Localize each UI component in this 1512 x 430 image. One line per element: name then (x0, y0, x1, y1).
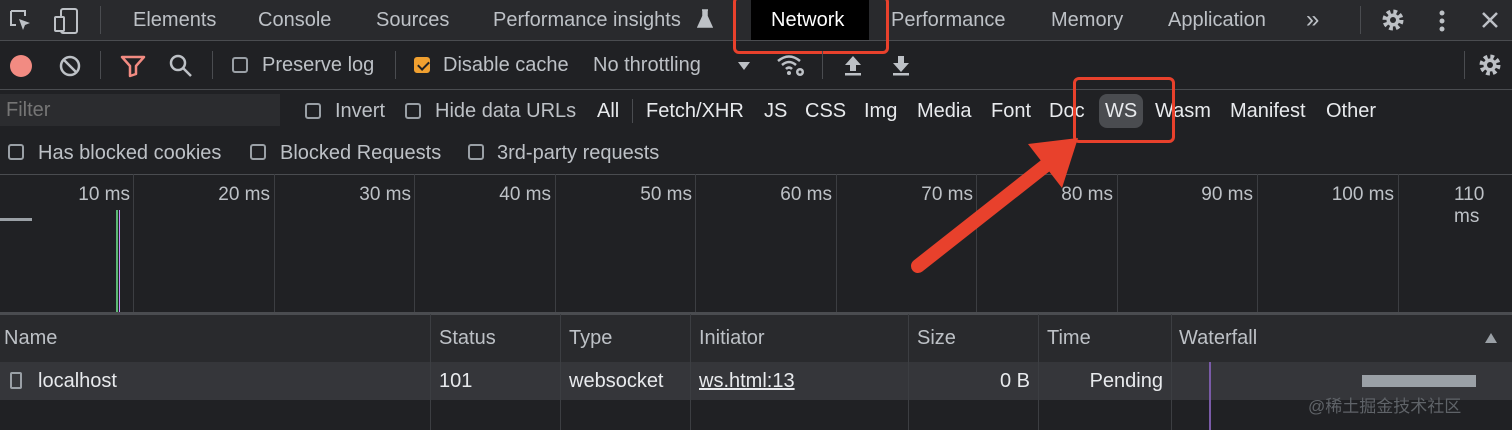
filter-bar: Invert Hide data URLs All Fetch/XHR JS C… (0, 90, 1512, 132)
column-header-status[interactable]: Status (439, 316, 496, 360)
has-blocked-cookies-label: Has blocked cookies (38, 142, 222, 164)
waterfall-pending-bar (1362, 375, 1476, 387)
table-empty-area (0, 400, 1512, 430)
export-har-download-icon[interactable] (890, 53, 912, 77)
request-options-row: Has blocked cookies Blocked Requests 3rd… (0, 132, 1512, 175)
request-type: websocket (569, 370, 664, 392)
timeline-tick: 60 ms (780, 184, 832, 205)
network-toolbar: Preserve log Disable cache No throttling (0, 41, 1512, 90)
timeline-tick: 40 ms (499, 184, 551, 205)
column-header-time[interactable]: Time (1047, 316, 1091, 360)
timeline-tick: 30 ms (359, 184, 411, 205)
timeline-load-marker (119, 210, 120, 312)
timeline-tick: 10 ms (78, 184, 130, 205)
disable-cache-label: Disable cache (443, 54, 569, 76)
filter-funnel-icon[interactable] (120, 54, 146, 78)
watermark-text: @稀土掘金技术社区 (1308, 397, 1462, 416)
timeline-tick: 90 ms (1201, 184, 1253, 205)
filter-type-font[interactable]: Font (991, 90, 1031, 132)
throttling-select[interactable]: No throttling (593, 54, 701, 77)
tab-memory[interactable]: Memory (1051, 0, 1123, 40)
third-party-requests-checkbox[interactable] (468, 144, 484, 160)
device-toolbar-icon[interactable] (52, 7, 80, 35)
network-conditions-wifi-icon[interactable] (776, 52, 806, 78)
filter-type-img[interactable]: Img (864, 90, 897, 132)
has-blocked-cookies-checkbox[interactable] (8, 144, 24, 160)
request-initiator-link[interactable]: ws.html:13 (699, 362, 795, 400)
column-header-type[interactable]: Type (569, 316, 612, 360)
tab-application[interactable]: Application (1168, 0, 1266, 40)
tab-performance-insights[interactable]: Performance insights (493, 0, 681, 40)
waterfall-marker-line (1209, 362, 1211, 430)
third-party-requests-label: 3rd-party requests (497, 142, 660, 164)
blocked-requests-label: Blocked Requests (280, 142, 442, 164)
disable-cache-checkbox[interactable] (414, 57, 430, 73)
tab-elements[interactable]: Elements (133, 0, 216, 40)
timeline-tick: 100 ms (1331, 184, 1394, 205)
request-name[interactable]: localhost (38, 362, 117, 400)
document-file-icon (10, 372, 22, 389)
import-har-upload-icon[interactable] (842, 53, 864, 77)
request-time: Pending (1089, 370, 1163, 392)
filter-type-manifest[interactable]: Manifest (1230, 90, 1306, 132)
annotation-arrow-icon (911, 138, 1078, 273)
column-header-size[interactable]: Size (917, 316, 956, 360)
filter-type-other[interactable]: Other (1326, 90, 1376, 132)
filter-input[interactable] (0, 94, 280, 126)
close-devtools-icon[interactable] (1480, 10, 1500, 30)
column-header-name[interactable]: Name (4, 316, 57, 360)
search-icon[interactable] (168, 53, 194, 79)
flask-icon (697, 9, 713, 29)
blocked-requests-checkbox[interactable] (250, 144, 266, 160)
request-size: 0 B (999, 370, 1030, 392)
clear-icon[interactable] (58, 54, 82, 78)
more-options-icon[interactable] (1438, 9, 1446, 33)
timeline-tick: 110 ms (1454, 184, 1485, 227)
timeline-dom-marker (116, 210, 118, 312)
timeline-tick: 20 ms (218, 184, 270, 205)
hide-data-urls-label: Hide data URLs (435, 100, 577, 122)
filter-type-css[interactable]: CSS (805, 90, 846, 132)
chevron-down-icon[interactable] (737, 61, 751, 71)
tab-sources[interactable]: Sources (376, 0, 449, 40)
invert-label: Invert (335, 100, 386, 122)
filter-type-media[interactable]: Media (917, 90, 971, 132)
filter-type-fetch-xhr[interactable]: Fetch/XHR (646, 90, 744, 132)
timeline-overview: 10 ms 20 ms 30 ms 40 ms 50 ms 60 ms 70 m… (0, 174, 1512, 312)
filter-type-js[interactable]: JS (764, 90, 787, 132)
request-status: 101 (439, 370, 473, 392)
column-header-initiator[interactable]: Initiator (699, 316, 765, 360)
network-settings-gear-icon[interactable] (1477, 52, 1503, 78)
hide-data-urls-checkbox[interactable] (405, 103, 421, 119)
record-button[interactable] (10, 55, 32, 77)
filter-type-all[interactable]: All (597, 90, 619, 132)
invert-checkbox[interactable] (305, 103, 321, 119)
column-header-waterfall[interactable]: Waterfall (1179, 316, 1257, 360)
preserve-log-checkbox[interactable] (232, 57, 248, 73)
tab-console[interactable]: Console (258, 0, 331, 40)
timeline-tick: 50 ms (640, 184, 692, 205)
timeline-request-bar (0, 218, 32, 221)
sort-ascending-icon[interactable] (1484, 332, 1498, 344)
preserve-log-label: Preserve log (262, 54, 375, 76)
more-tabs-icon[interactable]: » (1306, 0, 1319, 40)
tab-performance[interactable]: Performance (891, 0, 1006, 40)
settings-gear-icon[interactable] (1380, 7, 1406, 33)
inspect-element-icon[interactable] (8, 8, 34, 34)
